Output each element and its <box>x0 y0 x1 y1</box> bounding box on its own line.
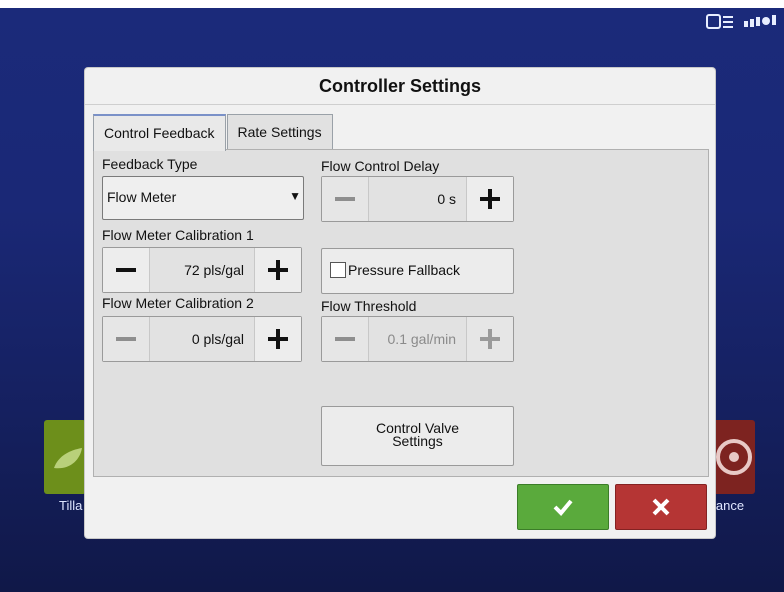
tillage-app-tile[interactable] <box>44 420 86 494</box>
flow-threshold-minus-button[interactable] <box>322 317 368 361</box>
controller-settings-dialog: Controller Settings Control Feedback Rat… <box>85 68 715 538</box>
steering-wheel-icon <box>716 439 752 475</box>
x-icon <box>652 498 670 516</box>
top-edge <box>0 0 784 8</box>
tillage-app-label: Tilla <box>59 498 83 513</box>
tab-bar: Control Feedback Rate Settings <box>93 114 334 151</box>
pressure-fallback-label: Pressure Fallback <box>348 262 461 278</box>
checkmark-icon <box>553 499 573 516</box>
control-valve-label-line2: Settings <box>392 433 443 449</box>
flow-meter-cal-1-value: 72 pls/gal <box>149 248 255 292</box>
dialog-title: Controller Settings <box>318 76 481 96</box>
flow-meter-cal-2-value: 0 pls/gal <box>149 317 255 361</box>
tab-rate-settings[interactable]: Rate Settings <box>226 114 333 149</box>
pressure-fallback-toggle[interactable]: Pressure Fallback <box>321 248 514 294</box>
feedback-type-label: Feedback Type <box>102 156 198 172</box>
minus-icon <box>335 197 355 201</box>
flow-meter-cal-2-stepper: 0 pls/gal <box>102 316 302 362</box>
flow-meter-cal-2-plus-button[interactable] <box>255 317 301 361</box>
flow-meter-cal-2-label: Flow Meter Calibration 2 <box>102 295 254 311</box>
feedback-type-value: Flow Meter <box>107 189 177 205</box>
control-feedback-panel: Feedback Type Flow Meter ▼ Flow Control … <box>93 149 709 477</box>
feedback-type-select[interactable]: Flow Meter ▼ <box>102 176 304 220</box>
flow-threshold-stepper: 0.1 gal/min <box>321 316 514 362</box>
minus-icon <box>335 337 355 341</box>
flow-threshold-value: 0.1 gal/min <box>368 317 467 361</box>
display-icon[interactable] <box>706 13 734 31</box>
guidance-app-label: lance <box>713 498 745 513</box>
tab-control-feedback[interactable]: Control Feedback <box>93 114 226 151</box>
minus-icon <box>116 337 136 341</box>
leaf-icon <box>54 448 82 469</box>
status-bar <box>706 10 778 34</box>
title-divider <box>85 104 715 105</box>
flow-control-delay-value: 0 s <box>368 177 467 221</box>
flow-threshold-label: Flow Threshold <box>321 298 417 314</box>
control-valve-settings-button[interactable]: Control Valve Settings <box>321 406 514 466</box>
flow-control-delay-label: Flow Control Delay <box>321 158 440 174</box>
minus-icon <box>116 268 136 272</box>
flow-control-delay-stepper: 0 s <box>321 176 514 222</box>
dropdown-arrow-icon: ▼ <box>289 189 301 203</box>
ok-button[interactable] <box>517 484 609 530</box>
flow-meter-cal-1-plus-button[interactable] <box>255 248 301 292</box>
flow-meter-cal-2-minus-button[interactable] <box>103 317 149 361</box>
guidance-app-tile[interactable] <box>713 420 755 494</box>
cancel-button[interactable] <box>615 484 707 530</box>
flow-threshold-plus-button[interactable] <box>467 317 513 361</box>
flow-meter-cal-1-label: Flow Meter Calibration 1 <box>102 227 254 243</box>
pressure-fallback-checkbox[interactable] <box>330 262 346 278</box>
flow-control-delay-minus-button[interactable] <box>322 177 368 221</box>
flow-control-delay-plus-button[interactable] <box>467 177 513 221</box>
gps-satellite-icon[interactable] <box>742 13 778 31</box>
flow-meter-cal-1-minus-button[interactable] <box>103 248 149 292</box>
flow-meter-cal-1-stepper: 72 pls/gal <box>102 247 302 293</box>
